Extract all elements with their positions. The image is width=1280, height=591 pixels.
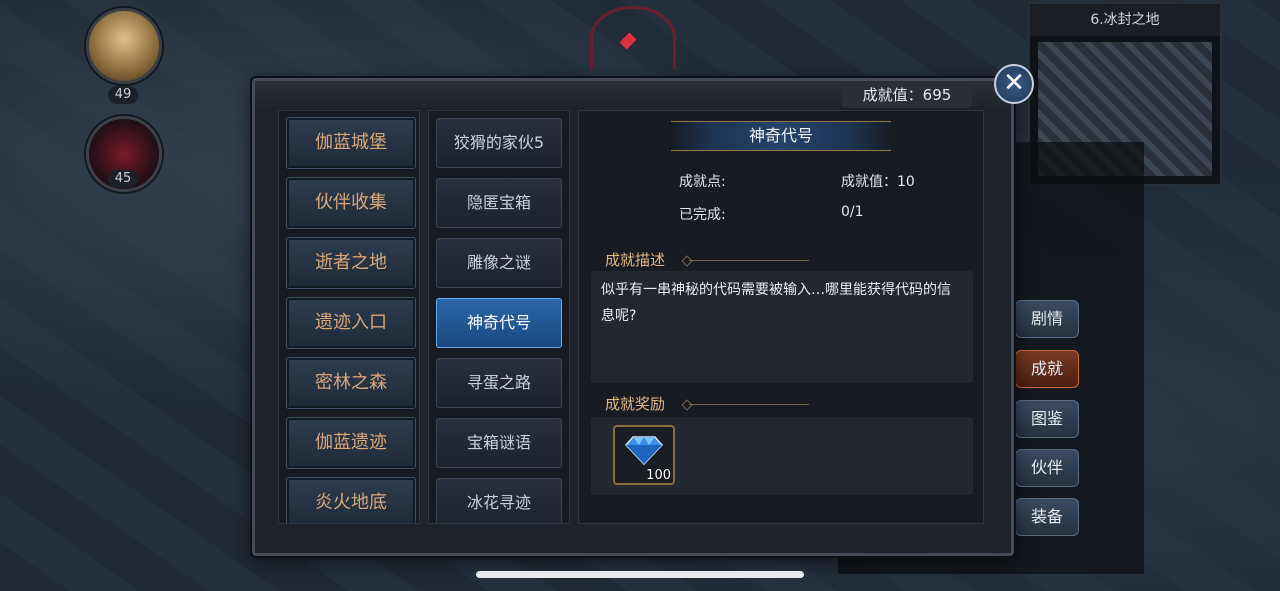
achievement-item-selected[interactable]: 神奇代号 bbox=[436, 298, 562, 348]
hero-portrait[interactable] bbox=[86, 8, 162, 84]
achievement-item[interactable]: 狡猾的家伙5 bbox=[436, 118, 562, 168]
description-box: 似乎有一串神秘的代码需要被输入…哪里能获得代码的信息呢? bbox=[591, 271, 973, 383]
diamond-icon bbox=[625, 436, 663, 465]
side-button-story[interactable]: 剧情 bbox=[1015, 300, 1079, 338]
category-item[interactable]: 遗迹入口 bbox=[286, 297, 416, 349]
side-button-equipment[interactable]: 装备 bbox=[1015, 498, 1079, 536]
achievement-list[interactable]: 狡猾的家伙5 隐匿宝箱 雕像之谜 神奇代号 寻蛋之路 宝箱谜语 冰花寻迹 bbox=[428, 110, 570, 524]
points-value: 成就值：10 bbox=[841, 174, 915, 190]
side-button-partner[interactable]: 伙伴 bbox=[1015, 449, 1079, 487]
achievement-item[interactable]: 冰花寻迹 bbox=[436, 478, 562, 523]
side-button-codex[interactable]: 图鉴 bbox=[1015, 400, 1079, 438]
description-heading: 成就描述 bbox=[605, 251, 666, 269]
achievement-item[interactable]: 隐匿宝箱 bbox=[436, 178, 562, 228]
minimap-title: 6.冰封之地 bbox=[1030, 4, 1220, 36]
achievement-detail-panel: 神奇代号 成就点: 成就值：10 已完成: 0/1 成就描述 似乎有一串神秘的代… bbox=[578, 110, 984, 524]
category-item[interactable]: 炎火地底 bbox=[286, 477, 416, 523]
completed-value: 0/1 bbox=[841, 204, 864, 220]
reward-item-slot[interactable]: 100 bbox=[613, 425, 675, 485]
achievement-score: 成就值：695 bbox=[842, 82, 972, 108]
achievement-item[interactable]: 寻蛋之路 bbox=[436, 358, 562, 408]
reward-heading: 成就奖励 bbox=[605, 395, 666, 413]
reward-box: 100 bbox=[591, 417, 973, 495]
achievement-title: 神奇代号 bbox=[671, 121, 891, 151]
category-item[interactable]: 伙伴收集 bbox=[286, 177, 416, 229]
category-list[interactable]: 伽蓝城堡 伙伴收集 逝者之地 遗迹入口 密林之森 伽蓝遗迹 炎火地底 bbox=[278, 110, 420, 524]
close-icon[interactable]: ✕ bbox=[994, 64, 1034, 104]
category-item[interactable]: 密林之森 bbox=[286, 357, 416, 409]
side-button-achievement[interactable]: 成就 bbox=[1015, 350, 1079, 388]
category-item[interactable]: 伽蓝城堡 bbox=[286, 117, 416, 169]
completed-label: 已完成: bbox=[679, 207, 726, 223]
description-divider bbox=[689, 260, 809, 261]
category-item[interactable]: 逝者之地 bbox=[286, 237, 416, 289]
category-item[interactable]: 伽蓝遗迹 bbox=[286, 417, 416, 469]
points-label: 成就点: bbox=[679, 174, 726, 190]
reward-divider bbox=[689, 404, 809, 405]
description-text: 似乎有一串神秘的代码需要被输入…哪里能获得代码的信息呢? bbox=[601, 282, 951, 324]
hero-level-badge: 49 bbox=[108, 86, 138, 104]
home-indicator[interactable] bbox=[476, 571, 804, 578]
achievement-item[interactable]: 宝箱谜语 bbox=[436, 418, 562, 468]
achievement-item[interactable]: 雕像之谜 bbox=[436, 238, 562, 288]
reward-item-count: 100 bbox=[646, 468, 671, 483]
companion-level-badge: 45 bbox=[108, 170, 138, 188]
